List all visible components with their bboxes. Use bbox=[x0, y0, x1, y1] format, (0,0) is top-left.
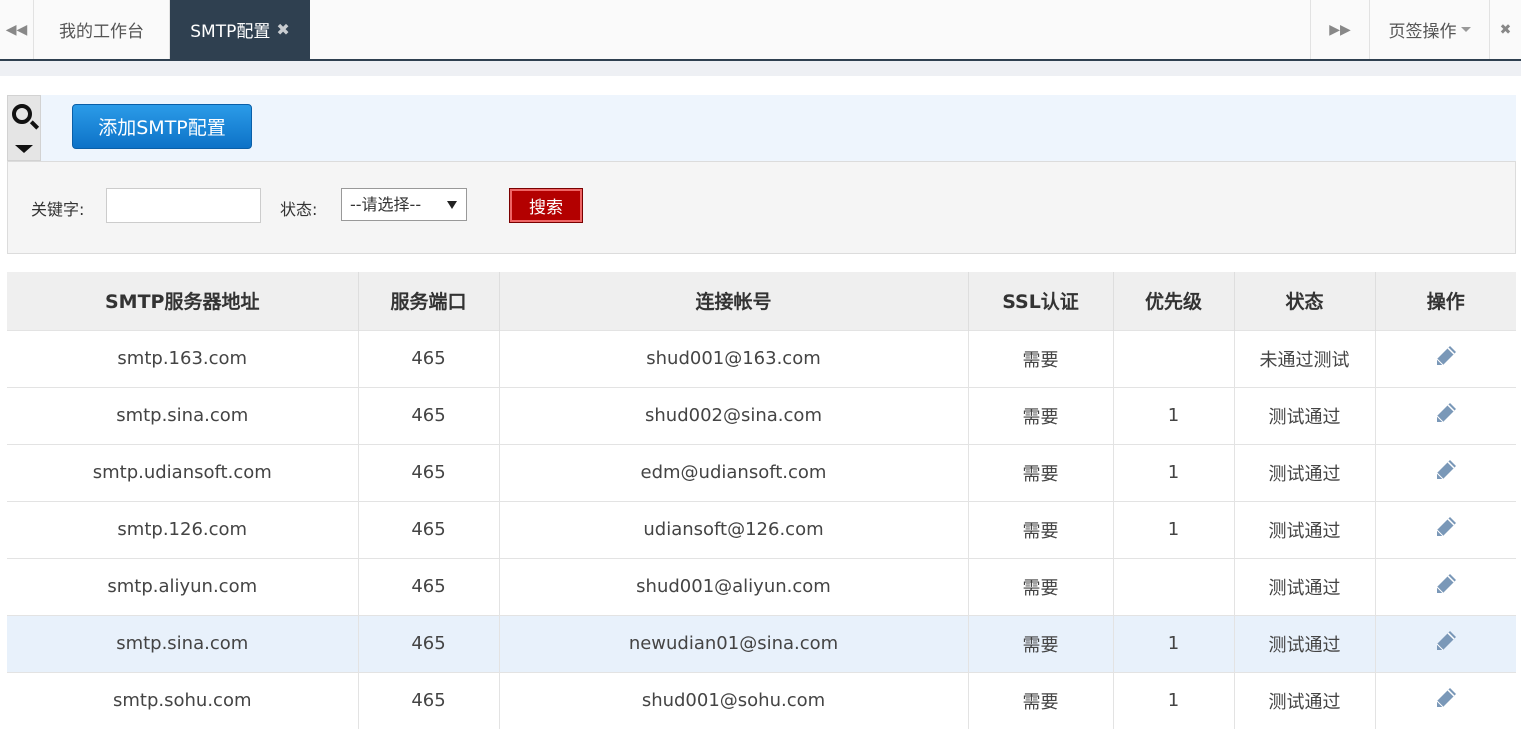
cell-actions bbox=[1375, 557, 1516, 615]
table-row[interactable]: smtp.udiansoft.com 465 edm@udiansoft.com 需要… bbox=[7, 443, 1516, 501]
cell-status: 测试通过 bbox=[1234, 614, 1376, 672]
cell-account: shud002@sina.com bbox=[499, 386, 969, 444]
column-header: 状态 bbox=[1234, 272, 1376, 330]
status-select-value: --请选择-- bbox=[350, 195, 422, 214]
cell-server: smtp.aliyun.com bbox=[7, 557, 359, 615]
cell-server: smtp.sina.com bbox=[7, 386, 359, 444]
pencil-icon[interactable] bbox=[1433, 571, 1459, 602]
pencil-icon[interactable] bbox=[1433, 400, 1459, 431]
cell-priority bbox=[1113, 329, 1235, 387]
cell-account: udiansoft@126.com bbox=[499, 500, 969, 558]
column-header: 优先级 bbox=[1113, 272, 1235, 330]
chevron-down-icon bbox=[447, 201, 457, 209]
cell-actions bbox=[1375, 443, 1516, 501]
table-row[interactable]: smtp.sina.com 465 shud002@sina.com 需要 1 测试通过 bbox=[7, 386, 1516, 444]
tab-smtp-config[interactable]: SMTP配置 ✖ bbox=[170, 0, 310, 59]
chevron-down-icon bbox=[1460, 27, 1471, 32]
cell-priority: 1 bbox=[1113, 443, 1235, 501]
tab-home-label: 我的工作台 bbox=[59, 22, 144, 42]
cell-ssl: 需要 bbox=[968, 329, 1114, 387]
cell-status: 测试通过 bbox=[1234, 500, 1376, 558]
cell-account: shud001@aliyun.com bbox=[499, 557, 969, 615]
cell-account: newudian01@sina.com bbox=[499, 614, 969, 672]
cell-priority: 1 bbox=[1113, 614, 1235, 672]
table-row[interactable]: smtp.sina.com 465 newudian01@sina.com 需要 1 测试… bbox=[7, 614, 1516, 672]
pencil-icon[interactable] bbox=[1433, 343, 1459, 374]
keyword-label: 关键字: bbox=[31, 200, 85, 219]
column-header: SMTP服务器地址 bbox=[7, 272, 359, 330]
tab-bar: ◀◀ 我的工作台 SMTP配置 ✖ ▶▶ 页签操作 ✖ bbox=[0, 0, 1521, 61]
close-icon[interactable]: ✖ bbox=[276, 20, 289, 39]
pencil-icon[interactable] bbox=[1433, 514, 1459, 545]
search-toggle-button[interactable] bbox=[7, 95, 41, 161]
table-header-row: SMTP服务器地址 服务端口 连接帐号 SSL认证 优先级 状态 操作 bbox=[7, 272, 1516, 330]
column-header: 连接帐号 bbox=[499, 272, 969, 330]
status-label: 状态: bbox=[280, 200, 318, 219]
cell-actions bbox=[1375, 329, 1516, 387]
cell-server: smtp.126.com bbox=[7, 500, 359, 558]
column-header: SSL认证 bbox=[968, 272, 1114, 330]
cell-priority bbox=[1113, 557, 1235, 615]
column-header: 操作 bbox=[1375, 272, 1516, 330]
cell-status: 未通过测试 bbox=[1234, 329, 1376, 387]
keyword-input[interactable] bbox=[106, 188, 261, 223]
tab-ops-label: 页签操作 bbox=[1388, 22, 1457, 42]
tab-smtp-label: SMTP配置 bbox=[190, 22, 271, 42]
caret-down-icon bbox=[15, 145, 33, 153]
exit-icon[interactable]: ✖ bbox=[1490, 0, 1521, 59]
cell-actions bbox=[1375, 500, 1516, 558]
cell-priority: 1 bbox=[1113, 671, 1235, 729]
cell-actions bbox=[1375, 386, 1516, 444]
cell-actions bbox=[1375, 614, 1516, 672]
table-body: smtp.163.com 465 shud001@163.com 需要 未通过测试 smt… bbox=[7, 329, 1516, 729]
smtp-table: SMTP服务器地址 服务端口 连接帐号 SSL认证 优先级 状态 操作 smtp.163.c… bbox=[7, 272, 1516, 729]
search-icon bbox=[12, 104, 32, 124]
cell-ssl: 需要 bbox=[968, 500, 1114, 558]
cell-actions bbox=[1375, 671, 1516, 729]
cell-status: 测试通过 bbox=[1234, 386, 1376, 444]
cell-port: 465 bbox=[358, 386, 500, 444]
pencil-icon[interactable] bbox=[1433, 685, 1459, 716]
cell-server: smtp.udiansoft.com bbox=[7, 443, 359, 501]
cell-ssl: 需要 bbox=[968, 386, 1114, 444]
status-select[interactable]: --请选择-- bbox=[341, 188, 467, 221]
cell-account: shud001@163.com bbox=[499, 329, 969, 387]
cell-port: 465 bbox=[358, 500, 500, 558]
cell-ssl: 需要 bbox=[968, 671, 1114, 729]
cell-server: smtp.sina.com bbox=[7, 614, 359, 672]
search-button[interactable]: 搜索 bbox=[509, 188, 583, 223]
cell-server: smtp.sohu.com bbox=[7, 671, 359, 729]
cell-port: 465 bbox=[358, 557, 500, 615]
cell-account: edm@udiansoft.com bbox=[499, 443, 969, 501]
cell-ssl: 需要 bbox=[968, 557, 1114, 615]
table-row[interactable]: smtp.126.com 465 udiansoft@126.com 需要 1 测试通过 bbox=[7, 500, 1516, 558]
cell-ssl: 需要 bbox=[968, 443, 1114, 501]
cell-ssl: 需要 bbox=[968, 614, 1114, 672]
cell-port: 465 bbox=[358, 443, 500, 501]
tab-ops-dropdown[interactable]: 页签操作 bbox=[1370, 0, 1490, 59]
cell-server: smtp.163.com bbox=[7, 329, 359, 387]
cell-port: 465 bbox=[358, 671, 500, 729]
cell-status: 测试通过 bbox=[1234, 443, 1376, 501]
table-row[interactable]: smtp.sohu.com 465 shud001@sohu.com 需要 1 测试通过 bbox=[7, 671, 1516, 729]
cell-priority: 1 bbox=[1113, 500, 1235, 558]
toolbar: 添加SMTP配置 bbox=[7, 95, 1516, 161]
pencil-icon[interactable] bbox=[1433, 457, 1459, 488]
cell-port: 465 bbox=[358, 614, 500, 672]
add-smtp-button[interactable]: 添加SMTP配置 bbox=[72, 104, 252, 149]
cell-status: 测试通过 bbox=[1234, 557, 1376, 615]
forward-icon[interactable]: ▶▶ bbox=[1310, 0, 1370, 59]
table-row[interactable]: smtp.aliyun.com 465 shud001@aliyun.com 需要 测试… bbox=[7, 557, 1516, 615]
content-separator bbox=[0, 61, 1521, 76]
search-panel: 关键字: 状态: --请选择-- 搜索 bbox=[7, 161, 1516, 254]
table-row[interactable]: smtp.163.com 465 shud001@163.com 需要 未通过测试 bbox=[7, 329, 1516, 387]
pencil-icon[interactable] bbox=[1433, 628, 1459, 659]
tab-home[interactable]: 我的工作台 bbox=[34, 0, 170, 59]
cell-port: 465 bbox=[358, 329, 500, 387]
column-header: 服务端口 bbox=[358, 272, 500, 330]
backward-icon[interactable]: ◀◀ bbox=[0, 0, 34, 59]
cell-status: 测试通过 bbox=[1234, 671, 1376, 729]
cell-priority: 1 bbox=[1113, 386, 1235, 444]
cell-account: shud001@sohu.com bbox=[499, 671, 969, 729]
